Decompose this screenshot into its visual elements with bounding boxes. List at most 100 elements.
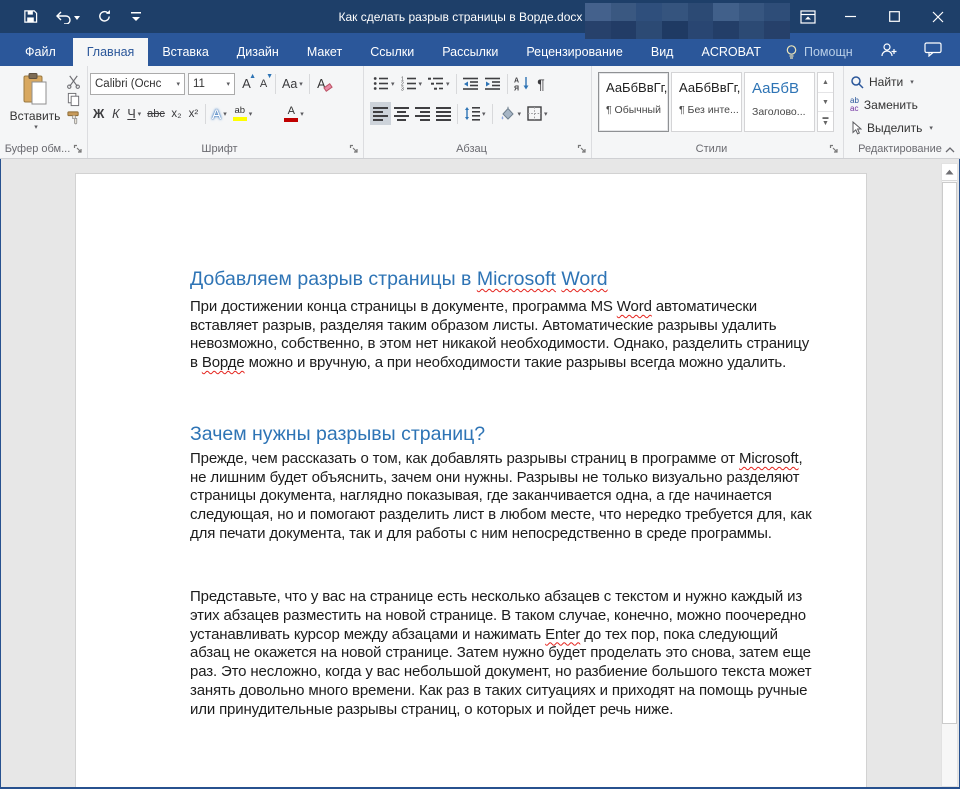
italic-button[interactable]: К — [107, 102, 124, 125]
underline-button[interactable]: Ч▾ — [124, 102, 144, 125]
numbering-button[interactable]: 123▾ — [398, 72, 426, 95]
justify-icon — [436, 107, 451, 121]
customize-quick-access-icon[interactable] — [126, 7, 146, 27]
increase-indent-icon — [485, 77, 501, 91]
document-area: Добавляем разрыв страницы в Microsoft Wo… — [1, 159, 959, 787]
text-segment: можно и вручную, а при необходимости так… — [245, 354, 787, 371]
font-color-bar — [284, 118, 298, 122]
doc-paragraph-3[interactable]: Представьте, что у вас на странице есть … — [190, 588, 819, 719]
scrollbar-thumb[interactable] — [942, 182, 957, 724]
multilevel-list-button[interactable]: ▾ — [425, 72, 453, 95]
align-left-icon — [373, 107, 388, 121]
doc-heading-2[interactable]: Зачем нужны разрывы страниц? — [190, 422, 819, 446]
tab-references[interactable]: Ссылки — [356, 38, 428, 66]
font-color-button[interactable]: А▾ — [281, 102, 307, 125]
justify-button[interactable] — [433, 102, 454, 125]
doc-heading-1[interactable]: Добавляем разрыв страницы в Microsoft Wo… — [190, 267, 819, 291]
doc-paragraph-1[interactable]: При достижении конца страницы в документ… — [190, 298, 819, 373]
sort-button[interactable]: АЯ — [511, 72, 533, 95]
copy-icon[interactable] — [66, 92, 81, 107]
editing-group-label: Редактирование — [844, 143, 956, 155]
bold-button[interactable]: Ж — [90, 102, 107, 125]
superscript-button[interactable]: x² — [185, 102, 202, 125]
tab-insert[interactable]: Вставка — [148, 38, 222, 66]
redo-button[interactable] — [94, 7, 114, 27]
share-sign-in-icon[interactable] — [880, 42, 898, 58]
shading-paint-bucket-icon — [499, 106, 516, 121]
replace-button[interactable]: ab ac Заменить — [846, 93, 954, 116]
tab-acrobat[interactable]: ACROBAT — [687, 38, 775, 66]
tab-home[interactable]: Главная — [73, 38, 149, 66]
tab-mailings[interactable]: Рассылки — [428, 38, 512, 66]
paragraph-dialog-launcher[interactable] — [577, 144, 588, 155]
shading-button[interactable]: ▾ — [496, 102, 525, 125]
document-content[interactable]: Добавляем разрыв страницы в Microsoft Wo… — [190, 267, 819, 719]
shrink-font-button[interactable]: A▼ — [255, 72, 272, 95]
line-spacing-button[interactable]: ▾ — [461, 102, 489, 125]
scroll-up-button[interactable] — [942, 164, 957, 181]
styles-dialog-launcher[interactable] — [829, 144, 840, 155]
tab-view[interactable]: Вид — [637, 38, 688, 66]
grow-font-button[interactable]: A▲ — [238, 72, 255, 95]
align-right-button[interactable] — [412, 102, 433, 125]
paste-button[interactable]: Вставить ▾ — [8, 72, 62, 144]
document-page[interactable]: Добавляем разрыв страницы в Microsoft Wo… — [75, 173, 867, 787]
tab-review[interactable]: Рецензирование — [512, 38, 637, 66]
styles-gallery-scroll[interactable]: ▲ ▼ ▬▼ — [817, 72, 834, 132]
ribbon-display-options-icon[interactable] — [788, 0, 828, 33]
bullets-button[interactable]: ▾ — [370, 72, 398, 95]
text-segment: Добавляем разрыв страницы в — [190, 268, 477, 290]
borders-icon — [527, 106, 542, 121]
clipboard-dialog-launcher[interactable] — [73, 144, 84, 155]
font-size-combobox[interactable]: 11▾ — [188, 73, 235, 95]
tell-me-box[interactable]: Помощн — [785, 38, 853, 66]
redacted-account-name — [585, 3, 790, 39]
tell-me-label: Помощн — [804, 45, 853, 59]
close-button[interactable] — [916, 0, 960, 33]
undo-button[interactable] — [52, 7, 82, 27]
align-center-icon — [394, 107, 409, 121]
paste-dropdown-arrow: ▾ — [34, 123, 38, 131]
replace-icon: ab ac — [850, 97, 859, 113]
vertical-scrollbar[interactable] — [941, 163, 958, 787]
highlight-color-bar — [233, 117, 247, 121]
collapse-ribbon-icon[interactable] — [944, 145, 956, 154]
align-center-button[interactable] — [391, 102, 412, 125]
text-highlight-button[interactable]: ab▾ — [230, 102, 256, 125]
maximize-button[interactable] — [872, 0, 916, 33]
find-button[interactable]: Найти▾ — [846, 70, 954, 93]
bullets-icon — [373, 76, 389, 91]
tab-design[interactable]: Дизайн — [223, 38, 293, 66]
styles-gallery-more-icon: ▬▼ — [818, 112, 833, 131]
font-name-combobox[interactable]: Calibri (Оснс▾ — [90, 73, 185, 95]
show-formatting-marks-button[interactable]: ¶ — [533, 72, 550, 95]
align-left-button[interactable] — [370, 102, 391, 125]
feedback-comment-icon[interactable] — [924, 42, 942, 57]
doc-paragraph-2[interactable]: Прежде, чем рассказать о том, как добавл… — [190, 450, 819, 544]
format-painter-icon[interactable] — [66, 110, 81, 125]
borders-button[interactable]: ▾ — [524, 102, 551, 125]
subscript-button[interactable]: x₂ — [168, 102, 185, 125]
minimize-button[interactable] — [828, 0, 872, 33]
clear-formatting-button[interactable]: А — [313, 72, 330, 95]
save-icon[interactable] — [20, 7, 40, 27]
strikethrough-button[interactable]: abc — [144, 102, 168, 125]
decrease-indent-button[interactable] — [460, 72, 482, 95]
text-effects-button[interactable]: А▾ — [209, 102, 230, 125]
style-card-no-spacing[interactable]: АаБбВвГг, ¶ Без инте... — [671, 72, 742, 132]
cut-icon[interactable] — [66, 74, 81, 89]
tab-file[interactable]: Файл — [8, 38, 73, 66]
style-card-heading1[interactable]: АаБбВ Заголово... — [744, 72, 815, 132]
group-styles: АаБбВвГг, ¶ Обычный АаБбВвГг, ¶ Без инте… — [592, 66, 844, 158]
styles-scroll-down-icon: ▼ — [818, 93, 833, 113]
increase-indent-button[interactable] — [482, 72, 504, 95]
select-button[interactable]: Выделить▾ — [846, 116, 954, 139]
sort-icon: АЯ — [514, 76, 530, 91]
style-card-normal[interactable]: АаБбВвГг, ¶ Обычный — [598, 72, 669, 132]
font-dialog-launcher[interactable] — [349, 144, 360, 155]
align-right-icon — [415, 107, 430, 121]
change-case-button[interactable]: Aa▾ — [279, 72, 306, 95]
select-pointer-icon — [850, 121, 862, 135]
tab-layout[interactable]: Макет — [293, 38, 356, 66]
spellcheck-flagged-word: Word — [617, 298, 652, 315]
